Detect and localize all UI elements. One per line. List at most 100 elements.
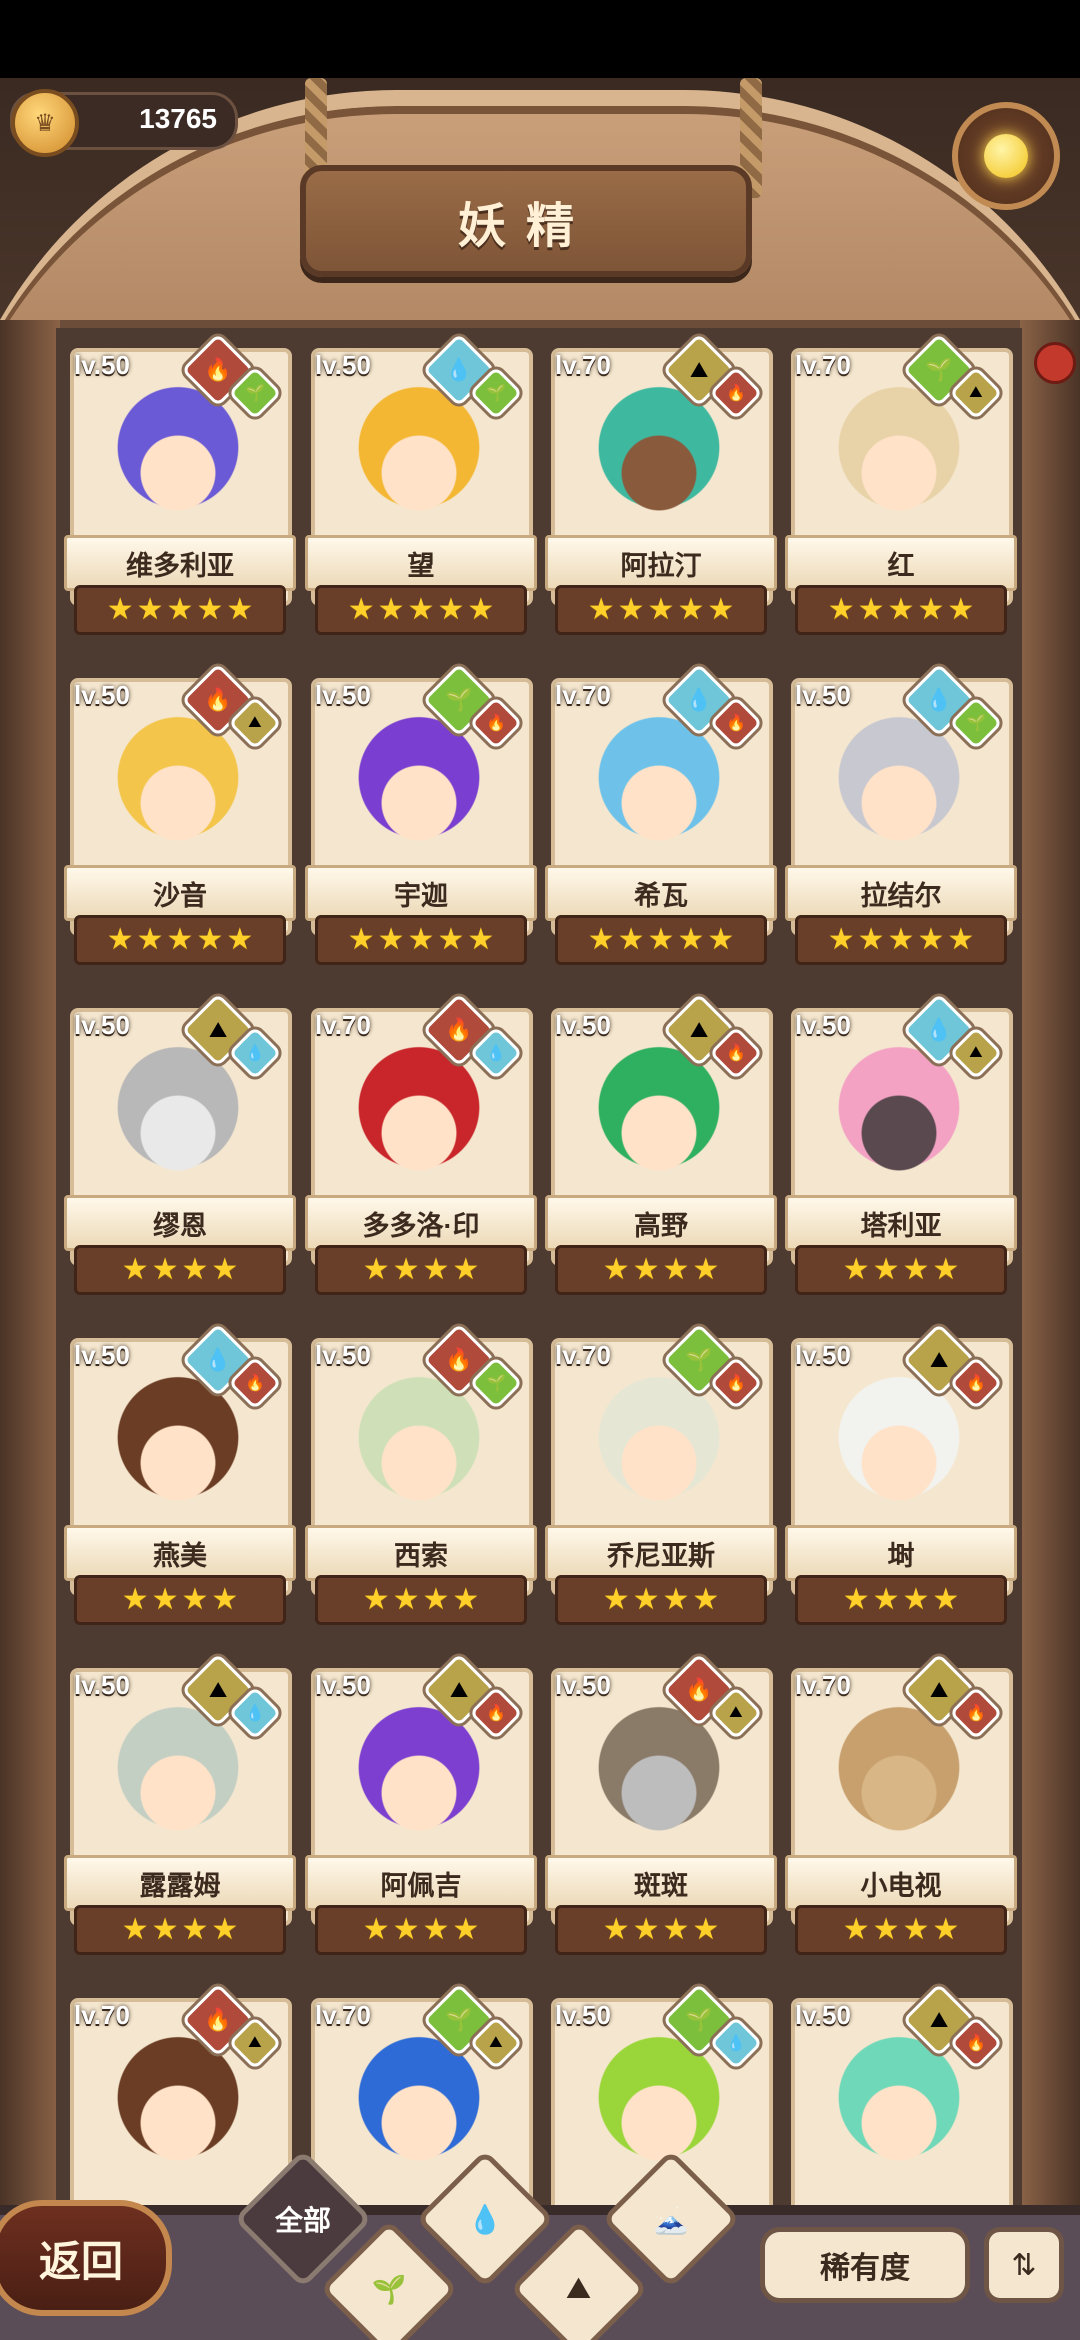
star-icon: ★ (452, 1583, 480, 1616)
star-icon: ★ (602, 1253, 630, 1286)
fairy-name: 斑斑 (634, 1870, 688, 1901)
star-icon: ★ (211, 1913, 239, 1946)
fairy-name-ribbon: 塔利亚 (785, 1195, 1017, 1251)
fairy-name-ribbon: 维多利亚 (64, 535, 296, 591)
fairy-name-ribbon: 高野 (545, 1195, 777, 1251)
fairy-card[interactable]: lv.50 🔥 🌱 维多利亚 ★ ★ ★ ★ ★ (64, 333, 296, 635)
fairy-name-ribbon: 小电视 (785, 1855, 1017, 1911)
star-rating: ★ ★ ★ ★ (74, 1575, 286, 1625)
fairy-level: lv.70 (555, 1340, 611, 1370)
fairy-name: 多多洛·印 (362, 1210, 480, 1241)
fairy-level: lv.50 (315, 680, 371, 710)
star-icon: ★ (181, 1913, 209, 1946)
fairy-card[interactable]: lv.50 💧 🔥 燕美 ★ ★ ★ ★ (64, 1323, 296, 1625)
fairy-name-ribbon: 阿佩吉 (305, 1855, 537, 1911)
fairy-name: 燕美 (153, 1540, 207, 1571)
fairy-level: lv.50 (795, 1340, 851, 1370)
fairy-name: 小电视 (860, 1870, 942, 1901)
fairy-portrait (98, 1700, 258, 1850)
fairy-card[interactable]: lv.70 🌱 🔥 乔尼亚斯 ★ ★ ★ ★ (545, 1323, 777, 1625)
star-icon: ★ (902, 1583, 930, 1616)
rarity-sort-button[interactable]: 稀有度 (760, 2227, 970, 2303)
star-rating: ★ ★ ★ ★ (74, 1905, 286, 1955)
star-rating: ★ ★ ★ ★ ★ (315, 915, 527, 965)
fairy-name: 拉结尔 (860, 880, 942, 911)
star-icon: ★ (842, 1253, 870, 1286)
star-icon: ★ (422, 1913, 450, 1946)
fairy-card[interactable]: lv.50 🔥 ⛰ 沙音 ★ ★ ★ ★ ★ (64, 663, 296, 965)
fairy-level: lv.70 (315, 1010, 371, 1040)
fairy-card[interactable]: lv.50 ⛰ 🔥 埘 ★ ★ ★ ★ (785, 1323, 1017, 1625)
star-icon: ★ (662, 1253, 690, 1286)
fairy-portrait (98, 380, 258, 530)
fairy-card[interactable]: lv.50 ⛰ 💧 露露姆 ★ ★ ★ ★ (64, 1653, 296, 1955)
fairy-card[interactable]: lv.70 ⛰ 🔥 小电视 ★ ★ ★ ★ (785, 1653, 1017, 1955)
fairy-card[interactable]: lv.70 💧 🔥 希瓦 ★ ★ ★ ★ ★ (545, 663, 777, 965)
star-icon: ★ (692, 1583, 720, 1616)
star-icon: ★ (211, 1583, 239, 1616)
star-icon: ★ (947, 593, 975, 626)
fairy-name-ribbon: 宇迦 (305, 865, 537, 921)
fairy-portrait (98, 1370, 258, 1520)
hint-button[interactable] (952, 102, 1060, 210)
fairy-portrait (579, 1040, 739, 1190)
fairy-card[interactable]: lv.50 💧 ⛰ 塔利亚 ★ ★ ★ ★ (785, 993, 1017, 1295)
fairy-portrait (819, 1700, 979, 1850)
star-icon: ★ (632, 1253, 660, 1286)
star-icon: ★ (106, 593, 134, 626)
sort-order-icon[interactable]: ⇅ (984, 2227, 1064, 2303)
fairy-card[interactable]: lv.50 🌱 🔥 宇迦 ★ ★ ★ ★ ★ (305, 663, 537, 965)
fairy-name: 红 (887, 550, 915, 581)
fairy-portrait (339, 1700, 499, 1850)
fairy-level: lv.50 (315, 1340, 371, 1370)
star-icon: ★ (602, 1913, 630, 1946)
fairy-name: 宇迦 (394, 880, 448, 911)
fairy-name-ribbon: 西索 (305, 1525, 537, 1581)
fairy-card[interactable]: lv.70 🔥 💧 多多洛·印 ★ ★ ★ ★ (305, 993, 537, 1295)
fairy-level: lv.50 (795, 1010, 851, 1040)
star-icon: ★ (407, 593, 435, 626)
star-icon: ★ (917, 593, 945, 626)
fairy-card[interactable]: lv.50 ⛰ 🔥 高野 ★ ★ ★ ★ (545, 993, 777, 1295)
fairy-card[interactable]: lv.50 🔥 🌱 西索 ★ ★ ★ ★ (305, 1323, 537, 1625)
star-icon: ★ (887, 923, 915, 956)
star-icon: ★ (136, 593, 164, 626)
star-rating: ★ ★ ★ ★ ★ (74, 915, 286, 965)
fairy-name-ribbon: 露露姆 (64, 1855, 296, 1911)
star-icon: ★ (647, 923, 675, 956)
fairy-level: lv.50 (74, 1670, 130, 1700)
star-rating: ★ ★ ★ ★ ★ (555, 915, 767, 965)
fairy-portrait (339, 1040, 499, 1190)
fairy-card[interactable]: lv.50 ⛰ 💧 缪恩 ★ ★ ★ ★ (64, 993, 296, 1295)
star-icon: ★ (196, 923, 224, 956)
fairy-name: 塔利亚 (860, 1210, 942, 1241)
star-icon: ★ (377, 593, 405, 626)
status-bar (0, 0, 1080, 78)
star-icon: ★ (932, 1253, 960, 1286)
currency-counter[interactable]: ♛ 13765 (10, 89, 238, 157)
fairy-card[interactable]: lv.50 🔥 ⛰ 斑斑 ★ ★ ★ ★ (545, 1653, 777, 1955)
star-icon: ★ (587, 593, 615, 626)
star-icon: ★ (166, 923, 194, 956)
star-icon: ★ (707, 593, 735, 626)
fairy-card[interactable]: lv.50 💧 🌱 望 ★ ★ ★ ★ ★ (305, 333, 537, 635)
fairy-portrait (98, 2030, 258, 2180)
fairy-name-ribbon: 望 (305, 535, 537, 591)
fairy-level: lv.50 (555, 1010, 611, 1040)
fairy-name-ribbon: 希瓦 (545, 865, 777, 921)
fairy-card[interactable]: lv.70 ⛰ 🔥 阿拉汀 ★ ★ ★ ★ ★ (545, 333, 777, 635)
fairy-card[interactable]: lv.50 💧 🌱 拉结尔 ★ ★ ★ ★ ★ (785, 663, 1017, 965)
star-icon: ★ (121, 1253, 149, 1286)
fairy-portrait (339, 380, 499, 530)
star-icon: ★ (617, 923, 645, 956)
star-icon: ★ (587, 923, 615, 956)
back-button[interactable]: 返回 (0, 2200, 172, 2316)
star-rating: ★ ★ ★ ★ (795, 1575, 1007, 1625)
ladybug-icon[interactable] (1034, 342, 1076, 384)
fairy-card[interactable]: lv.50 ⛰ 🔥 阿佩吉 ★ ★ ★ ★ (305, 1653, 537, 1955)
star-rating: ★ ★ ★ ★ (555, 1245, 767, 1295)
fairy-portrait (819, 2030, 979, 2180)
star-icon: ★ (347, 923, 375, 956)
fairy-card[interactable]: lv.70 🌱 ⛰ 红 ★ ★ ★ ★ ★ (785, 333, 1017, 635)
star-icon: ★ (226, 923, 254, 956)
